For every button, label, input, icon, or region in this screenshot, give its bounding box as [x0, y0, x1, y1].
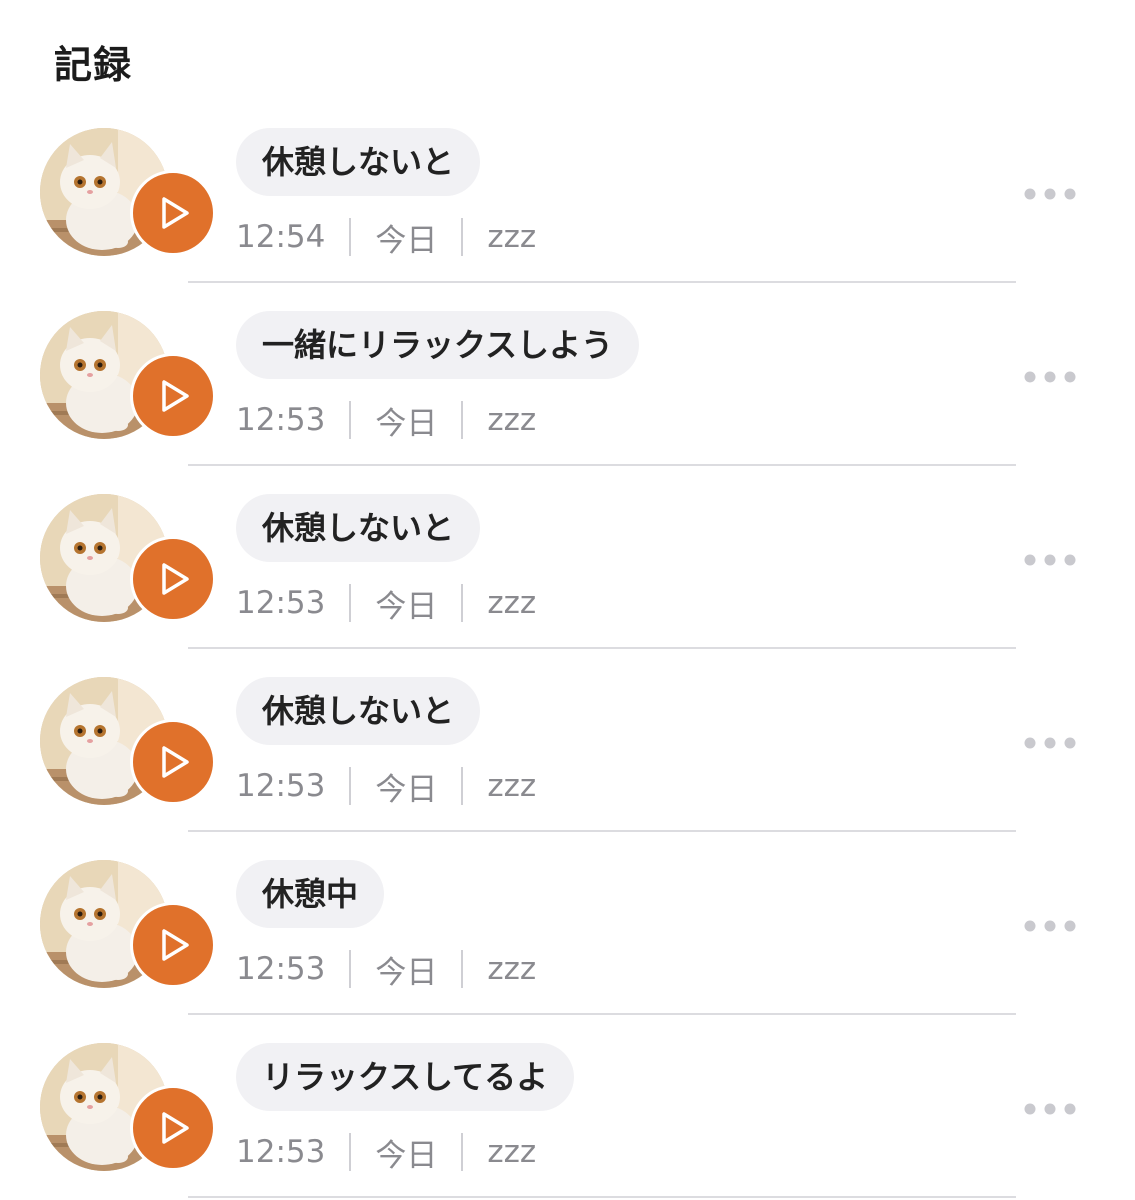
record-tag: zzz — [487, 585, 537, 621]
record-meta: 12:53 今日 zzz — [236, 1129, 536, 1175]
more-dots-icon — [1024, 1103, 1076, 1115]
record-text: 休憩しないと — [236, 677, 481, 745]
record-tag: zzz — [487, 219, 537, 255]
record-day: 今日 — [375, 588, 438, 625]
record-list: 休憩しないと 12:54 今日 zzz 一緒にリラックスしよう 12:53 今日… — [0, 100, 1135, 1198]
play-icon — [162, 197, 189, 229]
record-time: 12:53 — [236, 1134, 326, 1170]
record-day: 今日 — [375, 954, 438, 991]
record-meta: 12:53 今日 zzz — [236, 580, 536, 626]
more-dots-icon — [1024, 188, 1076, 200]
record-day: 今日 — [375, 405, 438, 442]
play-icon — [162, 746, 189, 778]
play-button[interactable] — [130, 353, 216, 439]
record-time: 12:53 — [236, 402, 326, 438]
more-dots-icon — [1024, 371, 1076, 383]
meta-separator — [461, 767, 464, 805]
meta-separator — [349, 218, 352, 256]
play-button[interactable] — [130, 536, 216, 622]
more-dots-icon — [1024, 920, 1076, 932]
meta-separator — [461, 584, 464, 622]
more-button[interactable] — [1018, 727, 1082, 759]
record-day: 今日 — [375, 222, 438, 259]
record-day: 今日 — [375, 1137, 438, 1174]
record-tag: zzz — [487, 1134, 537, 1170]
record-meta: 12:53 今日 zzz — [236, 946, 536, 992]
more-dots-icon — [1024, 737, 1076, 749]
record-time: 12:53 — [236, 951, 326, 987]
more-button[interactable] — [1018, 1093, 1082, 1125]
record-tag: zzz — [487, 402, 537, 438]
play-icon — [162, 380, 189, 412]
list-item[interactable]: リラックスしてるよ 12:53 今日 zzz — [0, 1015, 1135, 1198]
play-button[interactable] — [130, 719, 216, 805]
list-item[interactable]: 休憩しないと 12:53 今日 zzz — [0, 649, 1135, 832]
list-item[interactable]: 休憩中 12:53 今日 zzz — [0, 832, 1135, 1015]
list-item[interactable]: 休憩しないと 12:53 今日 zzz — [0, 466, 1135, 649]
meta-separator — [349, 584, 352, 622]
row-divider — [188, 1196, 1016, 1198]
play-icon — [162, 929, 189, 961]
more-button[interactable] — [1018, 178, 1082, 210]
record-meta: 12:53 今日 zzz — [236, 397, 536, 443]
meta-separator — [349, 767, 352, 805]
more-button[interactable] — [1018, 361, 1082, 393]
record-text: 休憩しないと — [236, 494, 481, 562]
meta-separator — [349, 950, 352, 988]
more-button[interactable] — [1018, 544, 1082, 576]
play-icon — [162, 563, 189, 595]
record-text: リラックスしてるよ — [236, 1043, 575, 1111]
record-time: 12:53 — [236, 585, 326, 621]
record-text: 休憩中 — [236, 860, 385, 928]
list-item[interactable]: 一緒にリラックスしよう 12:53 今日 zzz — [0, 283, 1135, 466]
meta-separator — [461, 218, 464, 256]
record-time: 12:53 — [236, 768, 326, 804]
record-text: 休憩しないと — [236, 128, 481, 196]
record-tag: zzz — [487, 951, 537, 987]
more-button[interactable] — [1018, 910, 1082, 942]
record-tag: zzz — [487, 768, 537, 804]
record-text: 一緒にリラックスしよう — [236, 311, 640, 379]
record-day: 今日 — [375, 771, 438, 808]
play-button[interactable] — [130, 170, 216, 256]
meta-separator — [461, 950, 464, 988]
meta-separator — [349, 401, 352, 439]
list-item[interactable]: 休憩しないと 12:54 今日 zzz — [0, 100, 1135, 283]
meta-separator — [461, 401, 464, 439]
page-title: 記録 — [54, 43, 133, 87]
meta-separator — [461, 1133, 464, 1171]
play-button[interactable] — [130, 1085, 216, 1171]
play-icon — [162, 1112, 189, 1144]
record-meta: 12:53 今日 zzz — [236, 763, 536, 809]
meta-separator — [349, 1133, 352, 1171]
record-time: 12:54 — [236, 219, 326, 255]
play-button[interactable] — [130, 902, 216, 988]
more-dots-icon — [1024, 554, 1076, 566]
record-meta: 12:54 今日 zzz — [236, 214, 536, 260]
